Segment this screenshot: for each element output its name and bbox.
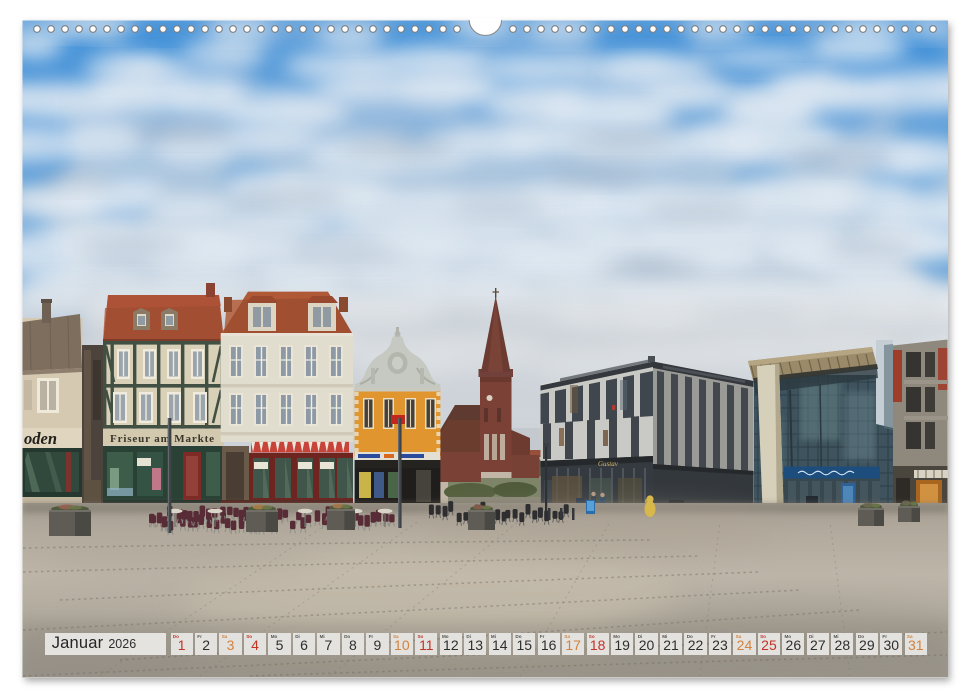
svg-text:Gustav: Gustav <box>598 460 619 468</box>
svg-text:oden: oden <box>24 429 57 448</box>
svg-text:Friseur am Markte: Friseur am Markte <box>110 433 214 445</box>
